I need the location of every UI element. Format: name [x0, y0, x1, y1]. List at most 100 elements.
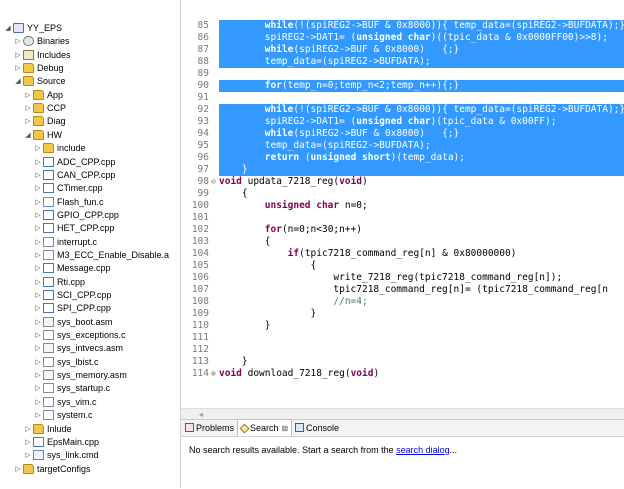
collapsed-arrow-icon[interactable]: ▷: [24, 449, 32, 462]
code-line[interactable]: 95 temp_data=(spiREG2->BUFDATA);: [181, 140, 624, 152]
collapsed-arrow-icon[interactable]: ▷: [14, 35, 22, 48]
tree-item[interactable]: ▷ sys_intvecs.asm: [34, 342, 123, 355]
expanded-arrow-icon[interactable]: ◢: [24, 129, 32, 142]
tree-item[interactable]: ▷ EpsMain.cpp: [24, 436, 99, 449]
code-line[interactable]: 90 for(temp_n=0;temp_n<2;temp_n++){;}: [181, 80, 624, 92]
tree-item[interactable]: ▷ interrupt.c: [34, 236, 97, 249]
collapsed-arrow-icon[interactable]: ▷: [34, 316, 42, 329]
collapsed-arrow-icon[interactable]: ▷: [24, 102, 32, 115]
tree-item[interactable]: ▷ Debug: [14, 62, 64, 75]
collapsed-arrow-icon[interactable]: ▷: [34, 356, 42, 369]
collapsed-arrow-icon[interactable]: ▷: [34, 262, 42, 275]
collapsed-arrow-icon[interactable]: ▷: [34, 342, 42, 355]
code-line[interactable]: 89: [181, 68, 624, 80]
code-line[interactable]: 114 ⊕ void download_7218_reg(void): [181, 368, 624, 380]
collapsed-arrow-icon[interactable]: ▷: [34, 409, 42, 422]
code-line[interactable]: 100 unsigned char n=0;: [181, 200, 624, 212]
tree-item[interactable]: ▷ system.c: [34, 409, 93, 422]
code-line[interactable]: 92 while(!(spiREG2->BUF & 0x8000)){ temp…: [181, 104, 624, 116]
code-line[interactable]: 86 spiREG2->DAT1= (unsigned char)((tpic_…: [181, 32, 624, 44]
code-line[interactable]: 91: [181, 92, 624, 104]
collapsed-arrow-icon[interactable]: ▷: [34, 249, 42, 262]
code-line[interactable]: 106 write_7218_reg(tpic7218_command_reg[…: [181, 272, 624, 284]
tree-item[interactable]: ▷ sys_vim.c: [34, 396, 97, 409]
tree-item[interactable]: ▷ Rti.cpp: [34, 276, 85, 289]
code-line[interactable]: 88 temp_data=(spiREG2->BUFDATA);: [181, 56, 624, 68]
tree-item[interactable]: ▷ Flash_fun.c: [34, 196, 104, 209]
fold-toggle-icon[interactable]: ⊖: [211, 176, 217, 188]
code-line[interactable]: 105 {: [181, 260, 624, 272]
collapsed-arrow-icon[interactable]: ▷: [24, 89, 32, 102]
collapsed-arrow-icon[interactable]: ▷: [34, 276, 42, 289]
tree-item[interactable]: ▷ HET_CPP.cpp: [34, 222, 114, 235]
search-dialog-link[interactable]: search dialog: [396, 445, 450, 455]
code-line[interactable]: 104 if(tpic7218_command_reg[n] & 0x80000…: [181, 248, 624, 260]
tree-item[interactable]: ▷ SCI_CPP.cpp: [34, 289, 111, 302]
collapsed-arrow-icon[interactable]: ▷: [34, 289, 42, 302]
code-line[interactable]: 112: [181, 344, 624, 356]
collapsed-arrow-icon[interactable]: ▷: [34, 196, 42, 209]
code-line[interactable]: 85 while(!(spiREG2->BUF & 0x8000)){ temp…: [181, 20, 624, 32]
tree-item[interactable]: ▷ include: [34, 142, 86, 155]
tree-item[interactable]: ▷ App: [24, 89, 63, 102]
collapsed-arrow-icon[interactable]: ▷: [34, 182, 42, 195]
code-line[interactable]: 108 //n=4;: [181, 296, 624, 308]
tree-item[interactable]: ▷ ADC_CPP.cpp: [34, 156, 115, 169]
tree-item[interactable]: ▷ Includes: [14, 49, 71, 62]
expanded-arrow-icon[interactable]: ◢: [14, 75, 22, 88]
tree-item[interactable]: ◢ HW: [24, 129, 62, 142]
tree-item[interactable]: ◢ YY_EPS: [4, 22, 62, 35]
fold-toggle-icon[interactable]: ⊕: [211, 368, 217, 380]
collapsed-arrow-icon[interactable]: ▷: [34, 142, 42, 155]
collapsed-arrow-icon[interactable]: ▷: [24, 423, 32, 436]
code-line[interactable]: 99 {: [181, 188, 624, 200]
collapsed-arrow-icon[interactable]: ▷: [34, 156, 42, 169]
collapsed-arrow-icon[interactable]: ▷: [34, 369, 42, 382]
code-line[interactable]: 94 while(spiREG2->BUF & 0x8000) {;}: [181, 128, 624, 140]
collapsed-arrow-icon[interactable]: ▷: [24, 436, 32, 449]
tab-problems[interactable]: Problems: [185, 420, 234, 436]
collapsed-arrow-icon[interactable]: ▷: [14, 463, 22, 476]
code-line[interactable]: 103 {: [181, 236, 624, 248]
tree-item[interactable]: ▷ SPI_CPP.cpp: [34, 302, 111, 315]
code-line[interactable]: 111: [181, 332, 624, 344]
tree-item[interactable]: ▷ Diag: [24, 115, 66, 128]
collapsed-arrow-icon[interactable]: ▷: [34, 302, 42, 315]
tree-item[interactable]: ▷ sys_link.cmd: [24, 449, 99, 462]
code-line[interactable]: 107 tpic7218_command_reg[n]= (tpic7218_c…: [181, 284, 624, 296]
code-line[interactable]: 113 }: [181, 356, 624, 368]
tree-item[interactable]: ▷ Message.cpp: [34, 262, 111, 275]
collapsed-arrow-icon[interactable]: ▷: [34, 396, 42, 409]
collapsed-arrow-icon[interactable]: ▷: [34, 222, 42, 235]
tab-search[interactable]: Search ⊠: [237, 419, 293, 436]
collapsed-arrow-icon[interactable]: ▷: [34, 169, 42, 182]
tree-item[interactable]: ▷ sys_exceptions.c: [34, 329, 126, 342]
tree-item[interactable]: ▷ sys_boot.asm: [34, 316, 113, 329]
code-line[interactable]: 93 spiREG2->DAT1= (unsigned char)(tpic_d…: [181, 116, 624, 128]
code-line[interactable]: 87 while(spiREG2->BUF & 0x8000) {;}: [181, 44, 624, 56]
collapsed-arrow-icon[interactable]: ▷: [34, 209, 42, 222]
tree-item[interactable]: ▷ sys_memory.asm: [34, 369, 127, 382]
close-tab-icon[interactable]: ⊠: [282, 424, 289, 433]
tree-item[interactable]: ▷ GPIO_CPP.cpp: [34, 209, 119, 222]
tree-item[interactable]: ▷ Binaries: [14, 35, 70, 48]
code-line[interactable]: 97 }: [181, 164, 624, 176]
tree-item[interactable]: ▷ targetConfigs: [14, 463, 91, 476]
code-line[interactable]: 96 return (unsigned short)(temp_data);: [181, 152, 624, 164]
tab-console[interactable]: Console: [295, 420, 339, 436]
code-line[interactable]: 102 for(n=0;n<30;n++): [181, 224, 624, 236]
code-line[interactable]: 109 }: [181, 308, 624, 320]
tree-item[interactable]: ▷ Inlude: [24, 423, 72, 436]
expanded-arrow-icon[interactable]: ◢: [4, 22, 12, 35]
tree-item[interactable]: ◢ Source: [14, 75, 66, 88]
collapsed-arrow-icon[interactable]: ▷: [14, 62, 22, 75]
code-line[interactable]: 101: [181, 212, 624, 224]
collapsed-arrow-icon[interactable]: ▷: [34, 382, 42, 395]
tree-item[interactable]: ▷ CTimer.cpp: [34, 182, 103, 195]
tree-item[interactable]: ▷ CAN_CPP.cpp: [34, 169, 115, 182]
tree-item[interactable]: ▷ M3_ECC_Enable_Disable.a: [34, 249, 169, 262]
tree-item[interactable]: ▷ sys_lbist.c: [34, 356, 99, 369]
collapsed-arrow-icon[interactable]: ▷: [14, 49, 22, 62]
collapsed-arrow-icon[interactable]: ▷: [24, 115, 32, 128]
code-line[interactable]: 98 ⊖ void updata_7218_reg(void): [181, 176, 624, 188]
